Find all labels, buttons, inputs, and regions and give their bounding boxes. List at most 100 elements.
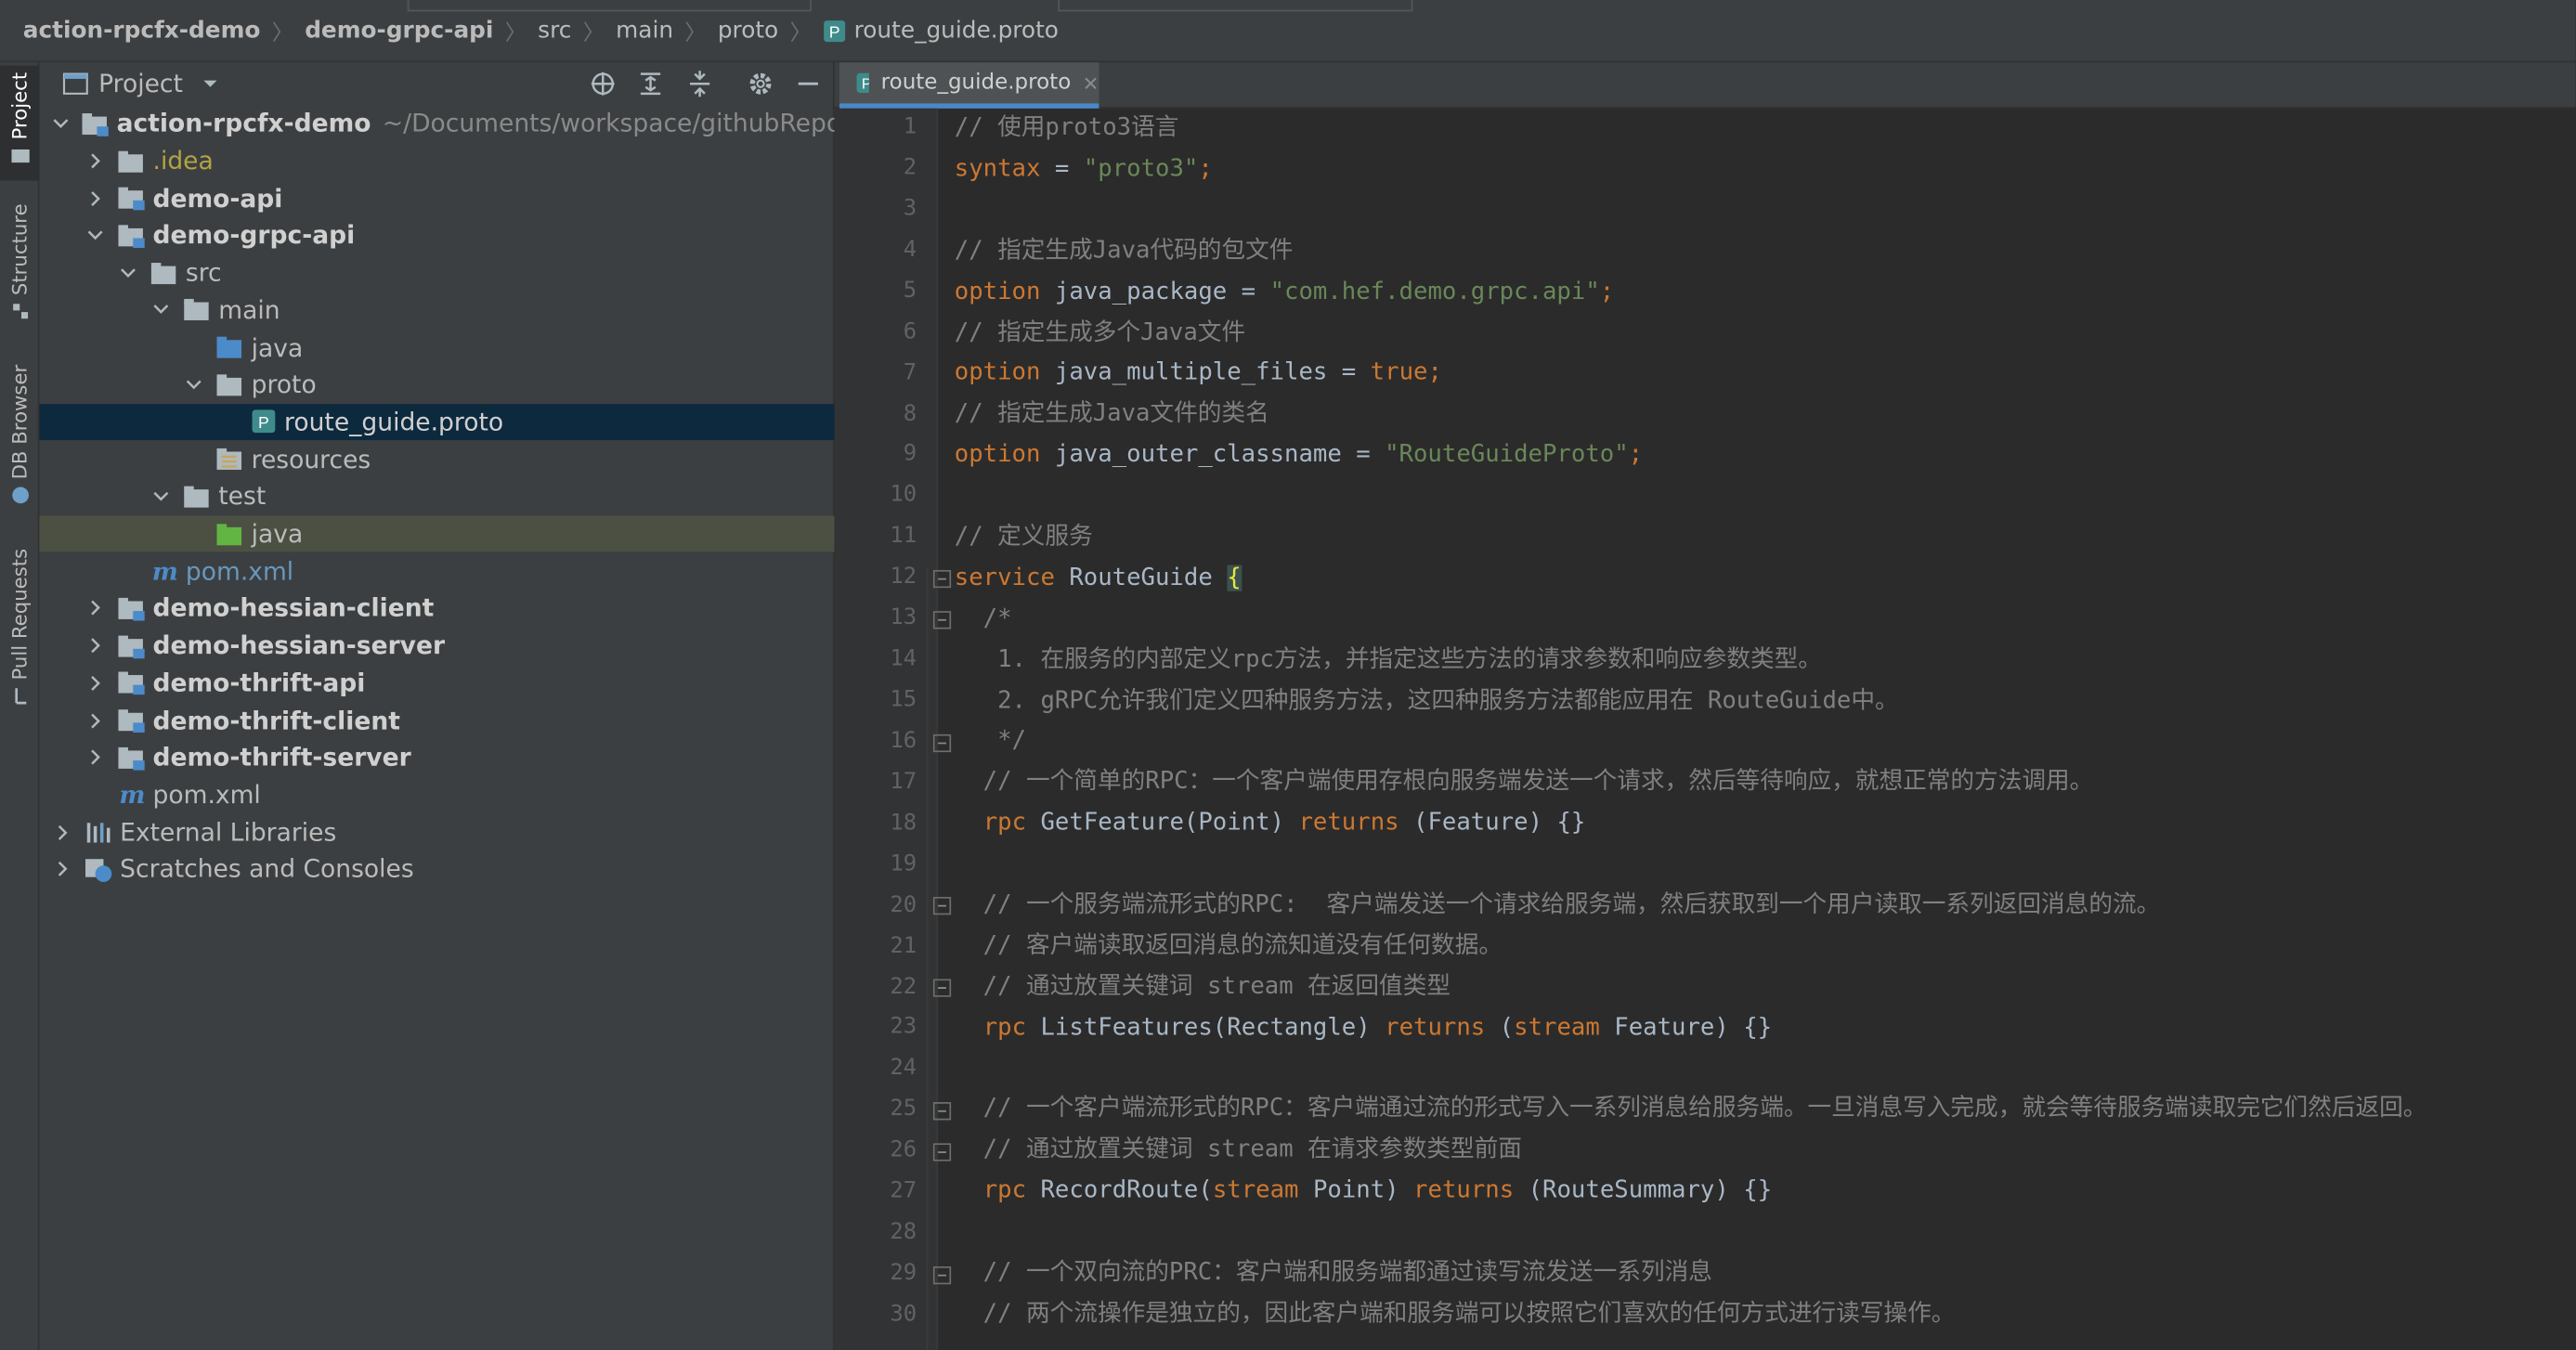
close-icon[interactable]: ✕ bbox=[1083, 71, 1099, 95]
code-line[interactable]: rpc GetFeature(Point) returns (Feature) … bbox=[955, 803, 1586, 844]
tree-node-test[interactable]: test bbox=[39, 478, 834, 515]
tree-node-demo-grpc-api[interactable]: demo-grpc-api bbox=[39, 217, 834, 254]
line-number: 11 bbox=[890, 523, 917, 550]
chevron-right-icon[interactable] bbox=[85, 599, 105, 618]
code-line[interactable]: // 一个双向流的PRC：客户端和服务端都通过读写流发送一系列消息 bbox=[955, 1253, 1712, 1294]
tree-node-demo-hessian-server[interactable]: demo-hessian-server bbox=[39, 627, 834, 664]
stripe-tab-db-browser[interactable]: DB Browser bbox=[0, 365, 39, 513]
library-icon bbox=[85, 820, 113, 845]
code-line[interactable]: // 两个流操作是独立的，因此客户端和服务端可以按照它们喜欢的任何方式进行读写操… bbox=[955, 1294, 1956, 1335]
tree-node-scratches[interactable]: Scratches and Consoles bbox=[39, 850, 834, 888]
project-view-title[interactable]: Project bbox=[98, 69, 183, 98]
code-line[interactable]: // 指定生成Java代码的包文件 bbox=[955, 231, 1294, 272]
breadcrumb-file[interactable]: P route_guide.proto bbox=[823, 18, 1059, 44]
tree-node-pom-root[interactable]: m pom.xml bbox=[39, 776, 834, 813]
line-number-gutter: 1 2 3 4 5 6 7 8 9 10 11 12 13 14 15 16 17 18 19 20 21 22 23 24 2… bbox=[834, 108, 937, 1350]
breadcrumb-src[interactable]: src bbox=[538, 18, 571, 44]
fold-marker-icon[interactable] bbox=[932, 1266, 952, 1285]
minimize-icon[interactable] bbox=[792, 68, 825, 100]
expand-all-icon[interactable] bbox=[634, 68, 667, 100]
folder-icon bbox=[184, 298, 212, 323]
breadcrumb-project[interactable]: action-rpcfx-demo bbox=[23, 18, 261, 44]
breadcrumb-main[interactable]: main bbox=[616, 18, 673, 44]
source-folder-icon bbox=[216, 335, 245, 360]
chevron-right-icon[interactable] bbox=[85, 188, 105, 208]
code-line[interactable]: option java_outer_classname = "RouteGuid… bbox=[955, 435, 1643, 476]
tree-node-demo-thrift-server[interactable]: demo-thrift-server bbox=[39, 739, 834, 776]
code-line[interactable]: rpc RecordRoute(stream Point) returns (R… bbox=[955, 1171, 1772, 1212]
breadcrumb-proto[interactable]: proto bbox=[718, 18, 778, 44]
code-line[interactable]: */ bbox=[955, 721, 1026, 762]
fold-marker-icon[interactable] bbox=[932, 1101, 952, 1121]
code-line[interactable]: /* bbox=[955, 600, 1012, 641]
tree-node-idea[interactable]: .idea bbox=[39, 142, 834, 179]
fold-marker-icon[interactable] bbox=[932, 611, 952, 630]
tree-node-demo-hessian-client[interactable]: demo-hessian-client bbox=[39, 590, 834, 627]
stripe-tab-structure[interactable]: Structure bbox=[0, 203, 39, 331]
code-line[interactable]: // 通过放置关键词 stream 在返回值类型 bbox=[955, 967, 1451, 1008]
code-line[interactable]: // 客户端读取返回消息的流知道没有任何数据。 bbox=[955, 927, 1503, 967]
tree-node-java-src[interactable]: java bbox=[39, 329, 834, 366]
tree-node-external-libraries[interactable]: External Libraries bbox=[39, 813, 834, 850]
chevron-down-icon[interactable] bbox=[202, 77, 219, 90]
chevron-right-icon[interactable] bbox=[85, 636, 105, 656]
tree-node-root[interactable]: action-rpcfx-demo ~/Documents/workspace/… bbox=[39, 105, 886, 142]
fold-marker-icon[interactable] bbox=[932, 733, 952, 753]
tree-node-demo-thrift-client[interactable]: demo-thrift-client bbox=[39, 702, 834, 739]
tree-node-resources[interactable]: resources bbox=[39, 441, 834, 478]
chevron-down-icon[interactable] bbox=[118, 263, 137, 282]
code-line[interactable]: // 指定生成Java文件的类名 bbox=[955, 395, 1269, 435]
fold-marker-icon[interactable] bbox=[932, 569, 952, 589]
tree-node-main[interactable]: main bbox=[39, 292, 834, 329]
chevron-down-icon[interactable] bbox=[85, 226, 105, 245]
line-number: 19 bbox=[890, 850, 917, 877]
code-line[interactable]: // 一个简单的RPC：一个客户端使用存根向服务端发送一个请求，然后等待响应，就… bbox=[955, 762, 2094, 803]
tree-node-proto[interactable]: proto bbox=[39, 366, 834, 403]
tree-node-label: .idea bbox=[152, 146, 214, 176]
stripe-tab-pull-requests[interactable]: Pull Requests bbox=[0, 549, 39, 713]
chevron-right-icon[interactable] bbox=[53, 860, 72, 879]
collapse-all-icon[interactable] bbox=[683, 68, 716, 100]
code-line[interactable]: syntax = "proto3"; bbox=[955, 149, 1213, 190]
stripe-db-browser-label: DB Browser bbox=[7, 364, 32, 480]
gear-icon[interactable] bbox=[744, 68, 776, 100]
breadcrumb-module[interactable]: demo-grpc-api bbox=[305, 18, 493, 44]
fold-marker-icon[interactable] bbox=[932, 979, 952, 997]
tree-node-demo-api[interactable]: demo-api bbox=[39, 180, 834, 217]
editor-tab-route-guide[interactable]: P route_guide.proto ✕ bbox=[839, 62, 1099, 109]
chevron-down-icon[interactable] bbox=[151, 487, 171, 506]
tree-node-label: demo-thrift-api bbox=[152, 668, 366, 698]
code-line[interactable]: option java_multiple_files = true; bbox=[955, 353, 1442, 394]
code-line[interactable]: option java_package = "com.hef.demo.grpc… bbox=[955, 273, 1614, 314]
chevron-right-icon[interactable] bbox=[85, 673, 105, 693]
code-line[interactable]: // 一个服务端流形式的RPC: 客户端发送一个请求给服务端，然后获取到一个用户… bbox=[955, 885, 2161, 926]
code-line[interactable]: service RouteGuide { bbox=[955, 558, 1242, 599]
chevron-right-icon[interactable] bbox=[85, 747, 105, 767]
code-line[interactable]: // 定义服务 bbox=[955, 517, 1093, 558]
fold-marker-icon[interactable] bbox=[932, 1143, 952, 1162]
code-line[interactable]: // 通过放置关键词 stream 在请求参数类型前面 bbox=[955, 1130, 1522, 1171]
tree-node-pom-grpc[interactable]: m pom.xml bbox=[39, 552, 834, 590]
tree-node-java-test[interactable]: java bbox=[39, 514, 835, 553]
code-line[interactable]: rpc ListFeatures(Rectangle) returns (str… bbox=[955, 1008, 1772, 1049]
module-folder-icon bbox=[118, 223, 146, 249]
tree-node-demo-thrift-api[interactable]: demo-thrift-api bbox=[39, 665, 834, 702]
chevron-down-icon[interactable] bbox=[184, 375, 203, 395]
chevron-right-icon[interactable] bbox=[85, 151, 105, 171]
code-line[interactable]: // 使用proto3语言 bbox=[955, 109, 1179, 149]
chevron-down-icon[interactable] bbox=[151, 300, 171, 319]
code-line[interactable]: // 指定生成多个Java文件 bbox=[955, 314, 1245, 355]
chevron-right-icon[interactable] bbox=[85, 710, 105, 730]
tree-node-route-guide-proto[interactable]: P route_guide.proto bbox=[39, 403, 835, 441]
chevron-right-icon[interactable] bbox=[53, 823, 72, 842]
chevron-right-icon: 〉 bbox=[789, 20, 812, 46]
chevron-down-icon[interactable] bbox=[53, 114, 70, 134]
crosshair-icon[interactable] bbox=[587, 68, 619, 100]
code-line[interactable]: 2. gRPC允许我们定义四种服务方法，这四种服务方法都能应用在 RouteGu… bbox=[955, 681, 1899, 722]
tree-node-src[interactable]: src bbox=[39, 254, 834, 292]
code-line[interactable]: 1. 在服务的内部定义rpc方法，并指定这些方法的请求参数和响应参数类型。 bbox=[955, 641, 1822, 681]
fold-marker-icon[interactable] bbox=[932, 896, 952, 915]
line-number: 6 bbox=[903, 318, 917, 344]
code-line[interactable]: // 一个客户端流形式的RPC：客户端通过流的形式写入一系列消息给服务端。一旦消… bbox=[955, 1089, 2427, 1130]
stripe-tab-project[interactable]: Project bbox=[0, 65, 40, 181]
